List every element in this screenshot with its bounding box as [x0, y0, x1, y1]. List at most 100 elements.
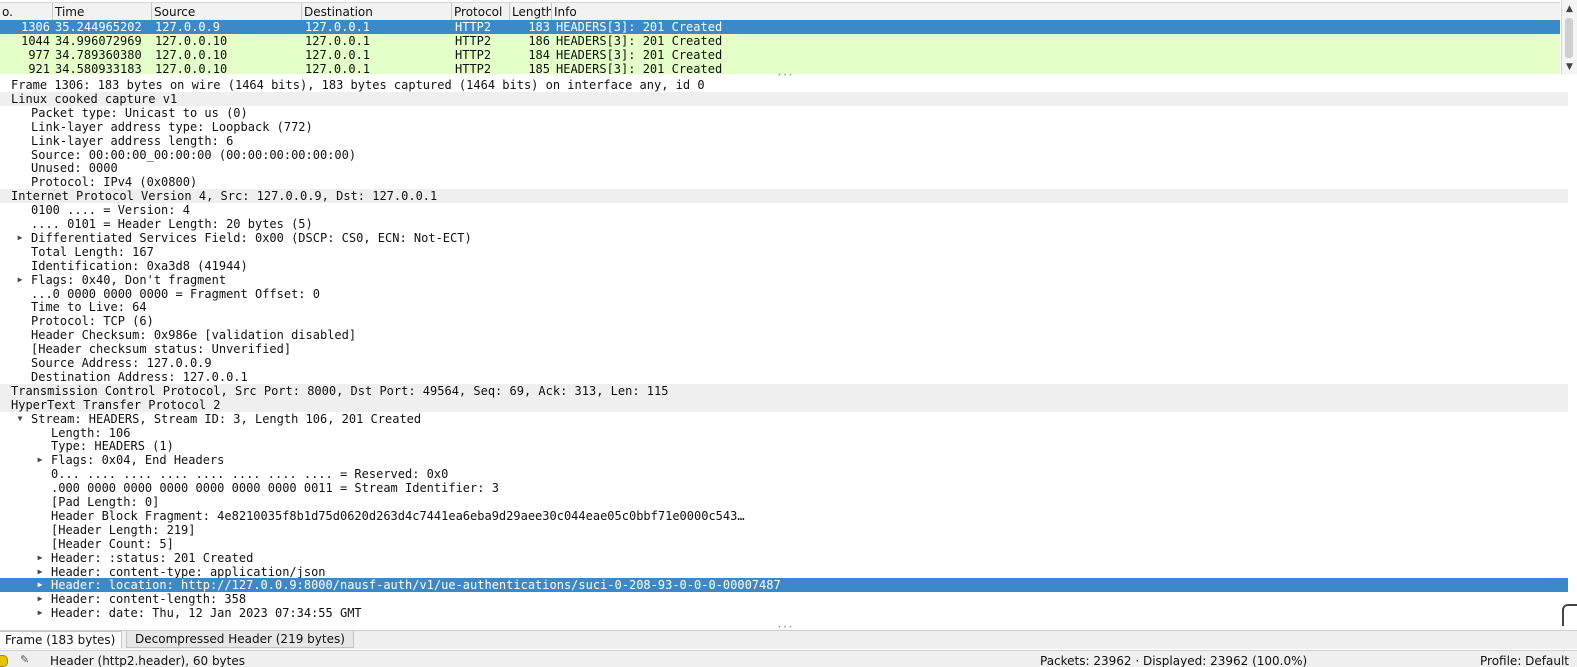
packet-time: 34.996072969 — [55, 34, 142, 48]
packet-length: 183 — [528, 20, 550, 34]
tree-item[interactable]: ▶ Flags: 0x40, Don't fragment — [0, 273, 1568, 287]
tree-item-label: Transmission Control Protocol, Src Port:… — [11, 383, 669, 398]
packet-list-scrollbar[interactable]: ▲ ▼ — [1561, 0, 1577, 76]
tree-item[interactable]: [Header Length: 219] — [0, 523, 1568, 537]
packet-length: 186 — [528, 34, 550, 48]
tree-item[interactable]: Source: 00:00:00_00:00:00 (00:00:00:00:0… — [0, 148, 1568, 162]
packet-time: 35.244965202 — [55, 20, 142, 34]
tree-item-label: Total Length: 167 — [31, 244, 154, 259]
collapsed-arrow-icon[interactable]: ▶ — [35, 551, 45, 565]
tab-frame-bytes[interactable]: Frame (183 bytes) — [0, 631, 122, 648]
tree-item[interactable]: Source Address: 127.0.0.9 — [0, 356, 1568, 370]
tree-item[interactable]: Type: HEADERS (1) — [0, 439, 1568, 453]
scrollbar-thumb[interactable] — [1565, 18, 1573, 58]
packet-list[interactable]: o. Time Source Destination Protocol Leng… — [0, 0, 1577, 77]
tree-item[interactable]: [Header checksum status: Unverified] — [0, 342, 1568, 356]
collapsed-arrow-icon[interactable]: ▶ — [35, 578, 45, 592]
packet-source: 127.0.0.9 — [155, 20, 221, 34]
packet-row[interactable]: 1306 35.244965202 127.0.0.9 127.0.0.1 HTTP2 1… — [0, 20, 1560, 34]
tree-item[interactable]: .... 0101 = Header Length: 20 bytes (5) — [0, 217, 1568, 231]
collapsed-arrow-icon[interactable]: ▶ — [35, 606, 45, 620]
tree-item[interactable]: Protocol: IPv4 (0x0800) — [0, 175, 1568, 189]
column-header-source[interactable]: Source — [152, 3, 302, 21]
packet-time: 34.789360380 — [55, 48, 142, 62]
tree-item[interactable]: Internet Protocol Version 4, Src: 127.0.… — [0, 189, 1568, 204]
tree-item[interactable]: Header Checksum: 0x986e [validation disa… — [0, 328, 1568, 342]
packet-number: 977 — [28, 48, 50, 62]
tree-item[interactable]: ▶ Header: date: Thu, 12 Jan 2023 07:34:55… — [0, 606, 1568, 620]
scroll-down-arrow-icon[interactable]: ▼ — [1562, 60, 1577, 74]
column-header-no[interactable]: o. — [0, 3, 53, 21]
packet-number: 1044 — [21, 34, 50, 48]
tree-item[interactable]: [Pad Length: 0] — [0, 495, 1568, 509]
column-header-length[interactable]: Length — [510, 3, 552, 21]
packet-protocol: HTTP2 — [455, 34, 492, 48]
expanded-arrow-icon[interactable]: ▼ — [15, 412, 25, 426]
packet-info: HEADERS[3]: 201 Created — [556, 20, 723, 34]
collapsed-arrow-icon[interactable]: ▶ — [35, 592, 45, 606]
tree-item-label: Link-layer address type: Loopback (772) — [31, 119, 313, 134]
tree-item[interactable]: Unused: 0000 — [0, 161, 1568, 175]
tree-item[interactable]: [Header Count: 5] — [0, 537, 1568, 551]
tree-item[interactable]: Link-layer address type: Loopback (772) — [0, 120, 1568, 134]
tree-item-label: Header: content-type: application/json — [51, 564, 326, 579]
tree-item[interactable]: Frame 1306: 183 bytes on wire (1464 bits… — [0, 78, 1568, 92]
tree-item[interactable]: Header Block Fragment: 4e8210035f8b1d75d… — [0, 509, 1568, 523]
tree-item[interactable]: HyperText Transfer Protocol 2 — [0, 397, 1568, 412]
tree-item[interactable]: Linux cooked capture v1 — [0, 91, 1568, 106]
tree-item[interactable]: Time to Live: 64 — [0, 300, 1568, 314]
tree-item-label: 0100 .... = Version: 4 — [31, 203, 190, 218]
tree-item[interactable]: Transmission Control Protocol, Src Port:… — [0, 383, 1568, 398]
packet-number: 1306 — [21, 20, 50, 34]
packet-details-tree[interactable]: Frame 1306: 183 bytes on wire (1464 bits… — [0, 78, 1577, 626]
tree-item-label: Header: content-length: 358 — [51, 592, 247, 607]
column-header-time[interactable]: Time — [53, 3, 152, 21]
tree-item-label: Frame 1306: 183 bytes on wire (1464 bits… — [11, 78, 705, 92]
packet-source: 127.0.0.10 — [155, 48, 228, 62]
tree-item[interactable]: ▶ Flags: 0x04, End Headers — [0, 453, 1568, 467]
tree-item[interactable]: Packet type: Unicast to us (0) — [0, 106, 1568, 120]
tree-item[interactable]: Identification: 0xa3d8 (41944) — [0, 259, 1568, 273]
column-header-destination[interactable]: Destination — [302, 3, 452, 21]
tree-item-label: Source Address: 127.0.0.9 — [31, 356, 212, 370]
tree-item[interactable]: Link-layer address length: 6 — [0, 134, 1568, 148]
tree-item-label: ...0 0000 0000 0000 = Fragment Offset: 0 — [31, 286, 320, 301]
tree-item[interactable]: ▶ Header: content-length: 358 — [0, 592, 1568, 606]
tree-item[interactable]: Total Length: 167 — [0, 245, 1568, 259]
packet-row[interactable]: 1044 34.996072969 127.0.0.10 127.0.0.1 HTTP2… — [0, 34, 1560, 48]
tree-item[interactable]: Protocol: TCP (6) — [0, 314, 1568, 328]
tree-item[interactable]: ▶ Header: content-type: application/json — [0, 565, 1568, 579]
tree-item[interactable]: Destination Address: 127.0.0.1 — [0, 370, 1568, 384]
tree-item-label: Header: location: http://127.0.0.9:8000/… — [51, 578, 781, 593]
tree-item-label: Type: HEADERS (1) — [51, 439, 174, 454]
packet-info: HEADERS[3]: 201 Created — [556, 48, 723, 62]
tree-item[interactable]: 0... .... .... .... .... .... .... .... … — [0, 467, 1568, 481]
status-bar: ✎ Header (http2.header), 60 bytes Packet… — [0, 650, 1577, 667]
status-packet-counts: Packets: 23962 · Displayed: 23962 (100.0… — [1040, 654, 1308, 667]
collapsed-arrow-icon[interactable]: ▶ — [15, 231, 25, 245]
collapsed-arrow-icon[interactable]: ▶ — [35, 453, 45, 467]
packet-protocol: HTTP2 — [455, 20, 492, 34]
column-header-protocol[interactable]: Protocol — [452, 3, 510, 21]
tree-item[interactable]: .000 0000 0000 0000 0000 0000 0000 0011 … — [0, 481, 1568, 495]
tab-decompressed-header[interactable]: Decompressed Header (219 bytes) — [126, 631, 354, 648]
tree-item[interactable]: ...0 0000 0000 0000 = Fragment Offset: 0 — [0, 287, 1568, 301]
tree-item[interactable]: ▶ Header: location: http://127.0.0.9:8000… — [0, 578, 1568, 593]
tree-item[interactable]: ▶ Differentiated Services Field: 0x00 (DS… — [0, 231, 1568, 245]
tree-item[interactable]: ▼ Stream: HEADERS, Stream ID: 3, Length 1… — [0, 412, 1568, 426]
expert-info-led-icon[interactable] — [0, 655, 8, 667]
collapsed-arrow-icon[interactable]: ▶ — [15, 273, 25, 287]
tree-item-label: Unused: 0000 — [31, 161, 118, 176]
edit-comment-icon[interactable]: ✎ — [20, 653, 29, 666]
tree-item-label: Flags: 0x40, Don't fragment — [31, 272, 227, 287]
scroll-up-arrow-icon[interactable]: ▲ — [1562, 2, 1577, 16]
tree-item[interactable]: ▶ Header: :status: 201 Created — [0, 551, 1568, 565]
column-header-info[interactable]: Info — [552, 3, 1560, 21]
packet-row[interactable]: 977 34.789360380 127.0.0.10 127.0.0.1 HTTP2 1… — [0, 48, 1560, 62]
tree-item[interactable]: Length: 106 — [0, 426, 1568, 440]
tree-item-label: [Header checksum status: Unverified] — [31, 342, 292, 357]
status-profile[interactable]: Profile: Default — [1480, 654, 1569, 667]
collapsed-arrow-icon[interactable]: ▶ — [35, 565, 45, 579]
tree-item[interactable]: 0100 .... = Version: 4 — [0, 203, 1568, 217]
tree-item-label: [Header Count: 5] — [51, 536, 174, 551]
